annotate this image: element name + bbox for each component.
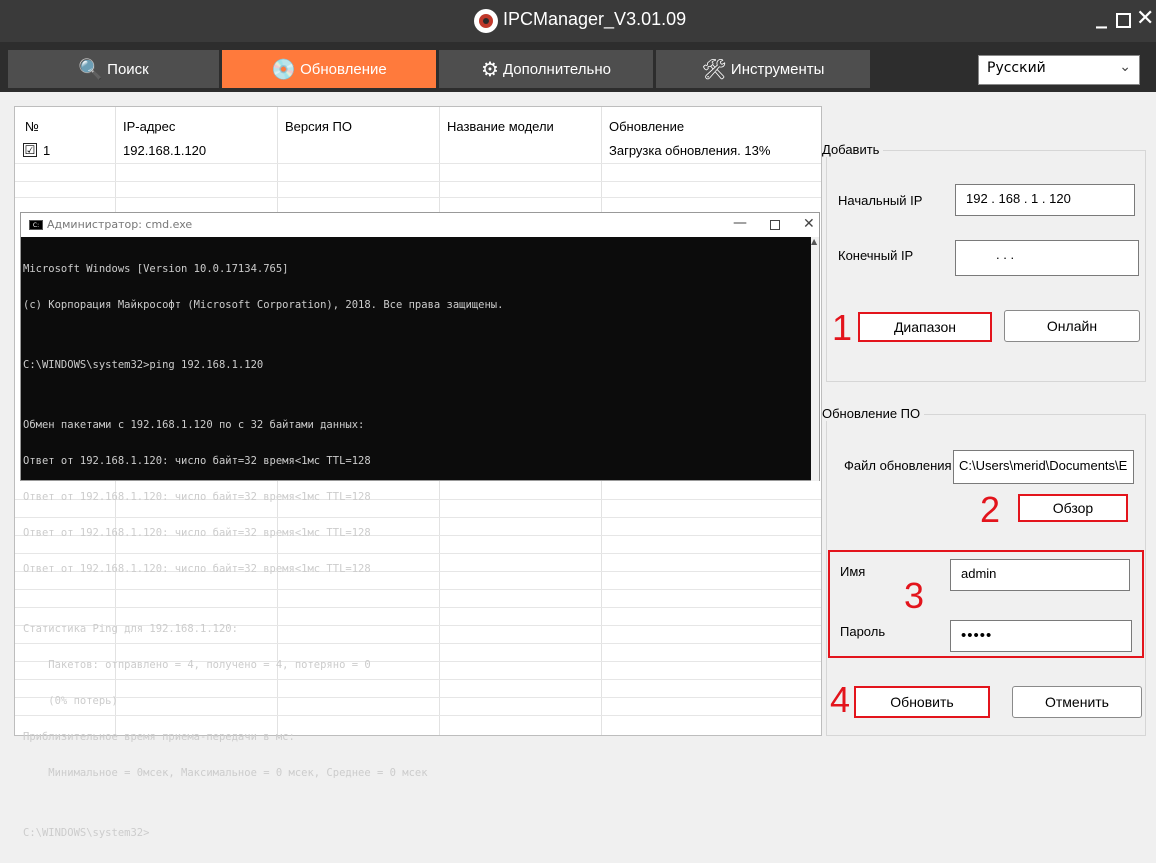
- close-icon[interactable]: ✕: [1136, 5, 1154, 31]
- password-label: Пароль: [840, 624, 886, 639]
- firmware-group-label: Обновление ПО: [822, 406, 925, 421]
- range-button[interactable]: Диапазон: [858, 312, 992, 342]
- row-ip: 192.168.1.120: [123, 143, 207, 158]
- tools-icon: 🛠: [701, 58, 727, 81]
- minimize-icon[interactable]: _: [1096, 4, 1107, 29]
- column-header-model[interactable]: Название модели: [447, 119, 554, 134]
- cmd-title-bar[interactable]: C: Администратор: cmd.exe — ✕: [21, 213, 819, 237]
- tab-label: Поиск: [107, 60, 149, 78]
- cmd-line: Microsoft Windows [Version 10.0.17134.76…: [23, 263, 289, 275]
- password-input[interactable]: •••••: [950, 620, 1132, 652]
- row-divider: [15, 181, 821, 182]
- update-button[interactable]: Обновить: [854, 686, 990, 718]
- chevron-down-icon: ⌄: [1119, 59, 1131, 75]
- search-icon: 🔍: [78, 58, 104, 81]
- cmd-line: Минимальное = 0мсек, Максимальное = 0 мс…: [23, 767, 428, 779]
- cmd-line: C:\WINDOWS\system32>: [23, 827, 150, 839]
- cmd-line: Приблизительное время приема-передачи в …: [23, 731, 295, 743]
- cmd-title: Администратор: cmd.exe: [47, 218, 193, 231]
- maximize-icon[interactable]: [1116, 13, 1131, 28]
- start-ip-input[interactable]: 192 . 168 . 1 . 120: [955, 184, 1135, 216]
- tab-upgrade[interactable]: 💿 Обновление: [222, 50, 436, 88]
- cmd-close-icon[interactable]: ✕: [803, 216, 815, 232]
- cmd-line: (c) Корпорация Майкрософт (Microsoft Cor…: [23, 299, 504, 311]
- cmd-line: Статистика Ping для 192.168.1.120:: [23, 623, 238, 635]
- cmd-scrollbar[interactable]: ▲: [811, 237, 819, 481]
- language-select[interactable]: Русский ⌄: [978, 55, 1140, 85]
- cancel-button[interactable]: Отменить: [1012, 686, 1142, 718]
- app-logo-icon: [474, 9, 498, 33]
- add-group-label: Добавить: [822, 142, 884, 157]
- cmd-line: Обмен пакетами с 192.168.1.120 по с 32 б…: [23, 419, 365, 431]
- cmd-line: Ответ от 192.168.1.120: число байт=32 вр…: [23, 455, 371, 467]
- cmd-line: (0% потерь): [23, 695, 118, 707]
- annotation-number-2: 2: [980, 489, 1001, 530]
- annotation-number-4: 4: [830, 679, 851, 720]
- end-ip-input[interactable]: . . .: [955, 240, 1139, 276]
- window-title: IPCManager_V3.01.09: [503, 9, 687, 29]
- column-header-number[interactable]: №: [25, 119, 39, 134]
- row-divider: [15, 197, 821, 198]
- language-value: Русский: [987, 60, 1046, 76]
- tab-tools[interactable]: 🛠 Инструменты: [656, 50, 870, 88]
- start-ip-label: Начальный IP: [838, 193, 923, 208]
- cmd-line: C:\WINDOWS\system32>ping 192.168.1.120: [23, 359, 264, 371]
- column-header-update[interactable]: Обновление: [609, 119, 684, 134]
- annotation-number-1: 1: [832, 307, 853, 348]
- cmd-window[interactable]: C: Администратор: cmd.exe — ✕ Microsoft …: [20, 212, 820, 839]
- column-header-version[interactable]: Версия ПО: [285, 119, 352, 134]
- scroll-up-icon[interactable]: ▲: [811, 237, 817, 246]
- tab-label: Обновление: [300, 60, 387, 78]
- tab-label: Дополнительно: [502, 60, 611, 78]
- cmd-minimize-icon[interactable]: —: [733, 215, 747, 231]
- gear-icon: ⚙: [481, 58, 499, 81]
- cmd-line: Ответ от 192.168.1.120: число байт=32 вр…: [23, 491, 371, 503]
- cmd-line: Ответ от 192.168.1.120: число байт=32 вр…: [23, 563, 371, 575]
- upgrade-icon: 💿: [271, 58, 297, 81]
- tab-advanced[interactable]: ⚙ Дополнительно: [439, 50, 653, 88]
- firmware-file-input[interactable]: C:\Users\merid\Documents\E: [953, 450, 1134, 484]
- column-header-ip[interactable]: IP-адрес: [123, 119, 175, 134]
- online-button[interactable]: Онлайн: [1004, 310, 1140, 342]
- annotation-number-3: 3: [904, 575, 925, 616]
- cmd-maximize-icon[interactable]: [770, 220, 780, 230]
- row-checkbox[interactable]: ☑: [23, 143, 37, 157]
- row-number: 1: [43, 143, 51, 158]
- end-ip-label: Конечный IP: [838, 248, 914, 263]
- tab-label: Инструменты: [730, 60, 825, 78]
- row-status: Загрузка обновления. 13%: [609, 143, 771, 158]
- cmd-output[interactable]: Microsoft Windows [Version 10.0.17134.76…: [21, 239, 811, 839]
- tab-search[interactable]: 🔍 Поиск: [8, 50, 219, 88]
- firmware-file-label: Файл обновления: [844, 458, 952, 473]
- username-label: Имя: [840, 564, 866, 579]
- cmd-line: Пакетов: отправлено = 4, получено = 4, п…: [23, 659, 371, 671]
- browse-button[interactable]: Обзор: [1018, 494, 1128, 522]
- row-divider: [15, 163, 821, 164]
- cmd-line: Ответ от 192.168.1.120: число байт=32 вр…: [23, 527, 371, 539]
- username-input[interactable]: admin: [950, 559, 1130, 591]
- terminal-icon: C:: [29, 220, 43, 230]
